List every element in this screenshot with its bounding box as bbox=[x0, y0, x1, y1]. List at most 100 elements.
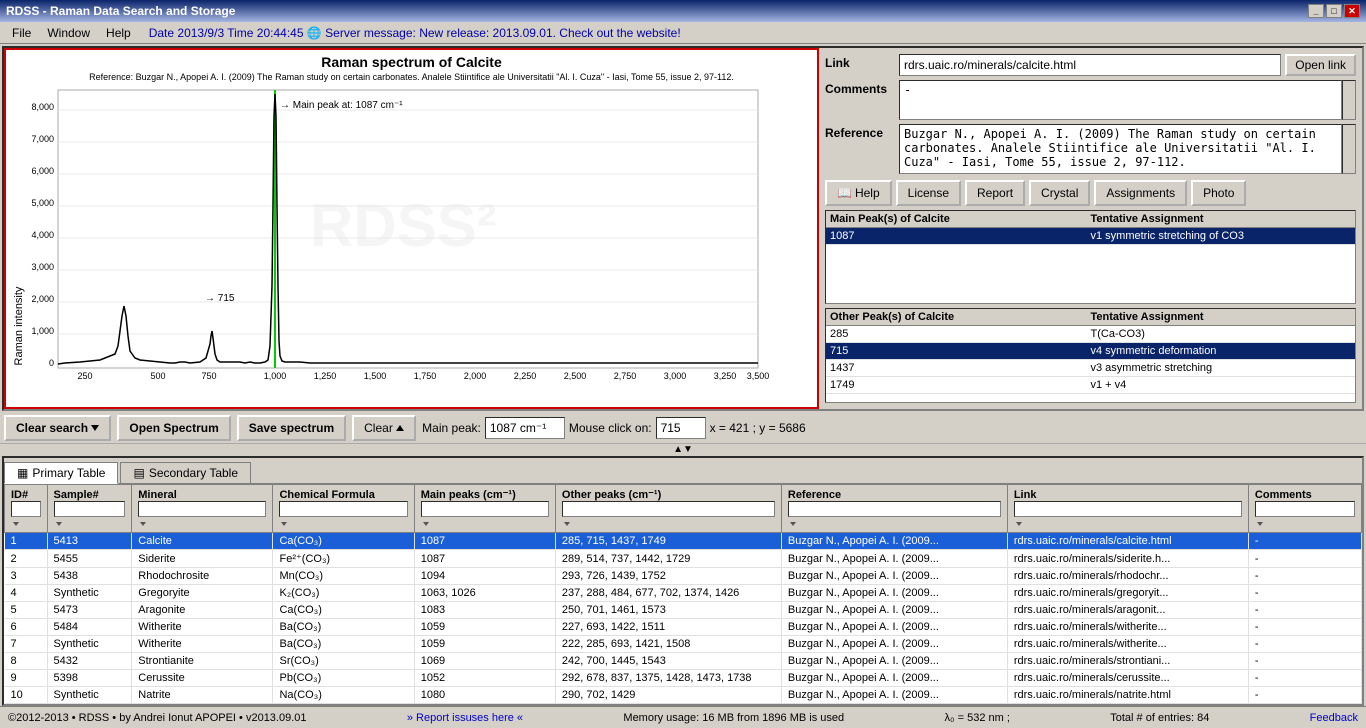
table-cell: Cerussite bbox=[132, 670, 273, 687]
link-label: Link bbox=[825, 54, 895, 70]
report-button[interactable]: Report bbox=[965, 180, 1025, 206]
table-cell: - bbox=[1248, 585, 1361, 602]
table-cell: - bbox=[1248, 687, 1361, 704]
clear-search-button[interactable]: Clear search bbox=[4, 415, 111, 441]
filter-arrow-mineral[interactable] bbox=[140, 522, 146, 526]
table-cell: - bbox=[1248, 602, 1361, 619]
photo-button[interactable]: Photo bbox=[1191, 180, 1246, 206]
table-row[interactable]: 95398CerussitePb(CO₃)1052292, 678, 837, … bbox=[5, 670, 1362, 687]
title-bar-buttons[interactable]: _ □ ✕ bbox=[1308, 4, 1360, 18]
reference-label: Reference bbox=[825, 124, 895, 140]
table-cell: Buzgar N., Apopei A. I. (2009... bbox=[781, 550, 1007, 568]
table-header: ID# Sample# Mineral Chemical Formul bbox=[5, 485, 1362, 533]
filter-formula[interactable] bbox=[279, 501, 407, 517]
table-row[interactable]: 7SyntheticWitheriteBa(CO₃)1059222, 285, … bbox=[5, 636, 1362, 653]
crystal-button[interactable]: Crystal bbox=[1029, 180, 1090, 206]
main-peaks-col: Main Peak(s) of Calcite bbox=[830, 213, 1091, 225]
filter-arrow-other-peaks[interactable] bbox=[564, 522, 570, 526]
comments-textarea[interactable]: - bbox=[899, 80, 1342, 120]
svg-text:7,000: 7,000 bbox=[31, 134, 54, 144]
tab-secondary[interactable]: ▤ Secondary Table bbox=[120, 462, 251, 483]
open-link-button[interactable]: Open link bbox=[1285, 54, 1356, 76]
filter-main-peaks[interactable] bbox=[421, 501, 549, 517]
feedback-link[interactable]: Feedback bbox=[1310, 712, 1358, 724]
table-cell: rdrs.uaic.ro/minerals/natrite.html bbox=[1007, 687, 1248, 704]
status-bar: ©2012-2013 • RDSS • by Andrei Ionut APOP… bbox=[0, 706, 1366, 728]
menu-help[interactable]: Help bbox=[98, 24, 139, 42]
report-link[interactable]: » Report issuses here « bbox=[407, 712, 523, 724]
table-cell: 5438 bbox=[47, 568, 132, 585]
filter-arrow-reference[interactable] bbox=[790, 522, 796, 526]
col-main-peaks: Main peaks (cm⁻¹) bbox=[414, 485, 555, 533]
table-row[interactable]: 25455SideriteFe²⁺(CO₃)1087289, 514, 737,… bbox=[5, 550, 1362, 568]
table-cell: 292, 678, 837, 1375, 1428, 1473, 1738 bbox=[555, 670, 781, 687]
filter-arrow-main-peaks[interactable] bbox=[423, 522, 429, 526]
table-row[interactable]: 10SyntheticNatriteNa(CO₃)1080290, 702, 1… bbox=[5, 687, 1362, 704]
toolbar-info: Main peak: Mouse click on: x = 421 ; y =… bbox=[422, 417, 805, 439]
minimize-button[interactable]: _ bbox=[1308, 4, 1324, 18]
table-cell: - bbox=[1248, 619, 1361, 636]
maximize-button[interactable]: □ bbox=[1326, 4, 1342, 18]
license-button[interactable]: License bbox=[896, 180, 961, 206]
other-peaks-section: Other Peak(s) of Calcite Tentative Assig… bbox=[825, 308, 1356, 402]
link-row: Link Open link bbox=[825, 54, 1356, 76]
menu-window[interactable]: Window bbox=[39, 24, 98, 42]
coordinates-display: x = 421 ; y = 5686 bbox=[710, 421, 806, 435]
link-input[interactable] bbox=[899, 54, 1281, 76]
table-cell: Natrite bbox=[132, 687, 273, 704]
other-peaks-col: Other Peak(s) of Calcite bbox=[830, 311, 1091, 323]
table-cell: Ca(CO₃) bbox=[273, 533, 414, 550]
svg-text:6,000: 6,000 bbox=[31, 166, 54, 176]
table-tabs: ▦ Primary Table ▤ Secondary Table bbox=[4, 458, 1362, 484]
open-spectrum-button[interactable]: Open Spectrum bbox=[117, 415, 230, 441]
reference-scrollbar[interactable] bbox=[1342, 124, 1356, 174]
save-spectrum-button[interactable]: Save spectrum bbox=[237, 415, 346, 441]
main-peak-label: → Main peak at: 1087 cm⁻¹ bbox=[280, 100, 403, 111]
filter-arrow-sample[interactable] bbox=[56, 522, 62, 526]
reference-textarea[interactable]: Buzgar N., Apopei A. I. (2009) The Raman… bbox=[899, 124, 1342, 174]
table-row[interactable]: 65484WitheriteBa(CO₃)1059227, 693, 1422,… bbox=[5, 619, 1362, 636]
filter-sample[interactable] bbox=[54, 501, 126, 517]
filter-arrow-comments[interactable] bbox=[1257, 522, 1263, 526]
filter-id[interactable] bbox=[11, 501, 41, 517]
table-row[interactable]: 4SyntheticGregoryiteK₂(CO₃)1063, 1026237… bbox=[5, 585, 1362, 602]
table-cell: Witherite bbox=[132, 619, 273, 636]
help-button[interactable]: 📖 Help bbox=[825, 180, 892, 206]
comments-row: Comments - bbox=[825, 80, 1356, 120]
table-row[interactable]: 55473AragoniteCa(CO₃)1083250, 701, 1461,… bbox=[5, 602, 1362, 619]
filter-mineral[interactable] bbox=[138, 501, 266, 517]
svg-text:2,000: 2,000 bbox=[464, 371, 487, 381]
other-peak-row-0: 285 T(Ca-CO3) bbox=[826, 326, 1355, 343]
comments-scrollbar[interactable] bbox=[1342, 80, 1356, 120]
table-cell: rdrs.uaic.ro/minerals/witherite... bbox=[1007, 619, 1248, 636]
server-message: Date 2013/9/3 Time 20:44:45 🌐 Server mes… bbox=[149, 26, 681, 40]
svg-text:3,000: 3,000 bbox=[31, 262, 54, 272]
collapse-handle[interactable]: ▲▼ bbox=[0, 443, 1366, 456]
filter-arrow-id[interactable] bbox=[13, 522, 19, 526]
table-cell: 242, 700, 1445, 1543 bbox=[555, 653, 781, 670]
y-axis-label: Raman intensity bbox=[13, 286, 25, 365]
filter-arrow-link[interactable] bbox=[1016, 522, 1022, 526]
col-id: ID# bbox=[5, 485, 48, 533]
filter-comments[interactable] bbox=[1255, 501, 1355, 517]
svg-text:4,000: 4,000 bbox=[31, 230, 54, 240]
filter-reference[interactable] bbox=[788, 501, 1001, 517]
chart-reference: Reference: Buzgar N., Apopei A. I. (2009… bbox=[10, 72, 813, 82]
table-row[interactable]: 35438RhodochrositeMn(CO₃)1094293, 726, 1… bbox=[5, 568, 1362, 585]
clear-button[interactable]: Clear bbox=[352, 415, 416, 441]
filter-other-peaks[interactable] bbox=[562, 501, 775, 517]
menu-file[interactable]: File bbox=[4, 24, 39, 42]
main-peak-value-input[interactable] bbox=[485, 417, 565, 439]
tab-primary[interactable]: ▦ Primary Table bbox=[4, 462, 118, 484]
assignments-button[interactable]: Assignments bbox=[1094, 180, 1187, 206]
table-cell: - bbox=[1248, 568, 1361, 585]
close-button[interactable]: ✕ bbox=[1344, 4, 1360, 18]
table-row[interactable]: 85432StrontianiteSr(CO₃)1069242, 700, 14… bbox=[5, 653, 1362, 670]
table-cell: - bbox=[1248, 550, 1361, 568]
filter-arrow-formula[interactable] bbox=[281, 522, 287, 526]
mouse-click-input[interactable] bbox=[656, 417, 706, 439]
table-cell: Ba(CO₃) bbox=[273, 636, 414, 653]
table-cell: Ca(CO₃) bbox=[273, 602, 414, 619]
table-row[interactable]: 15413CalciteCa(CO₃)1087285, 715, 1437, 1… bbox=[5, 533, 1362, 550]
filter-link[interactable] bbox=[1014, 501, 1242, 517]
